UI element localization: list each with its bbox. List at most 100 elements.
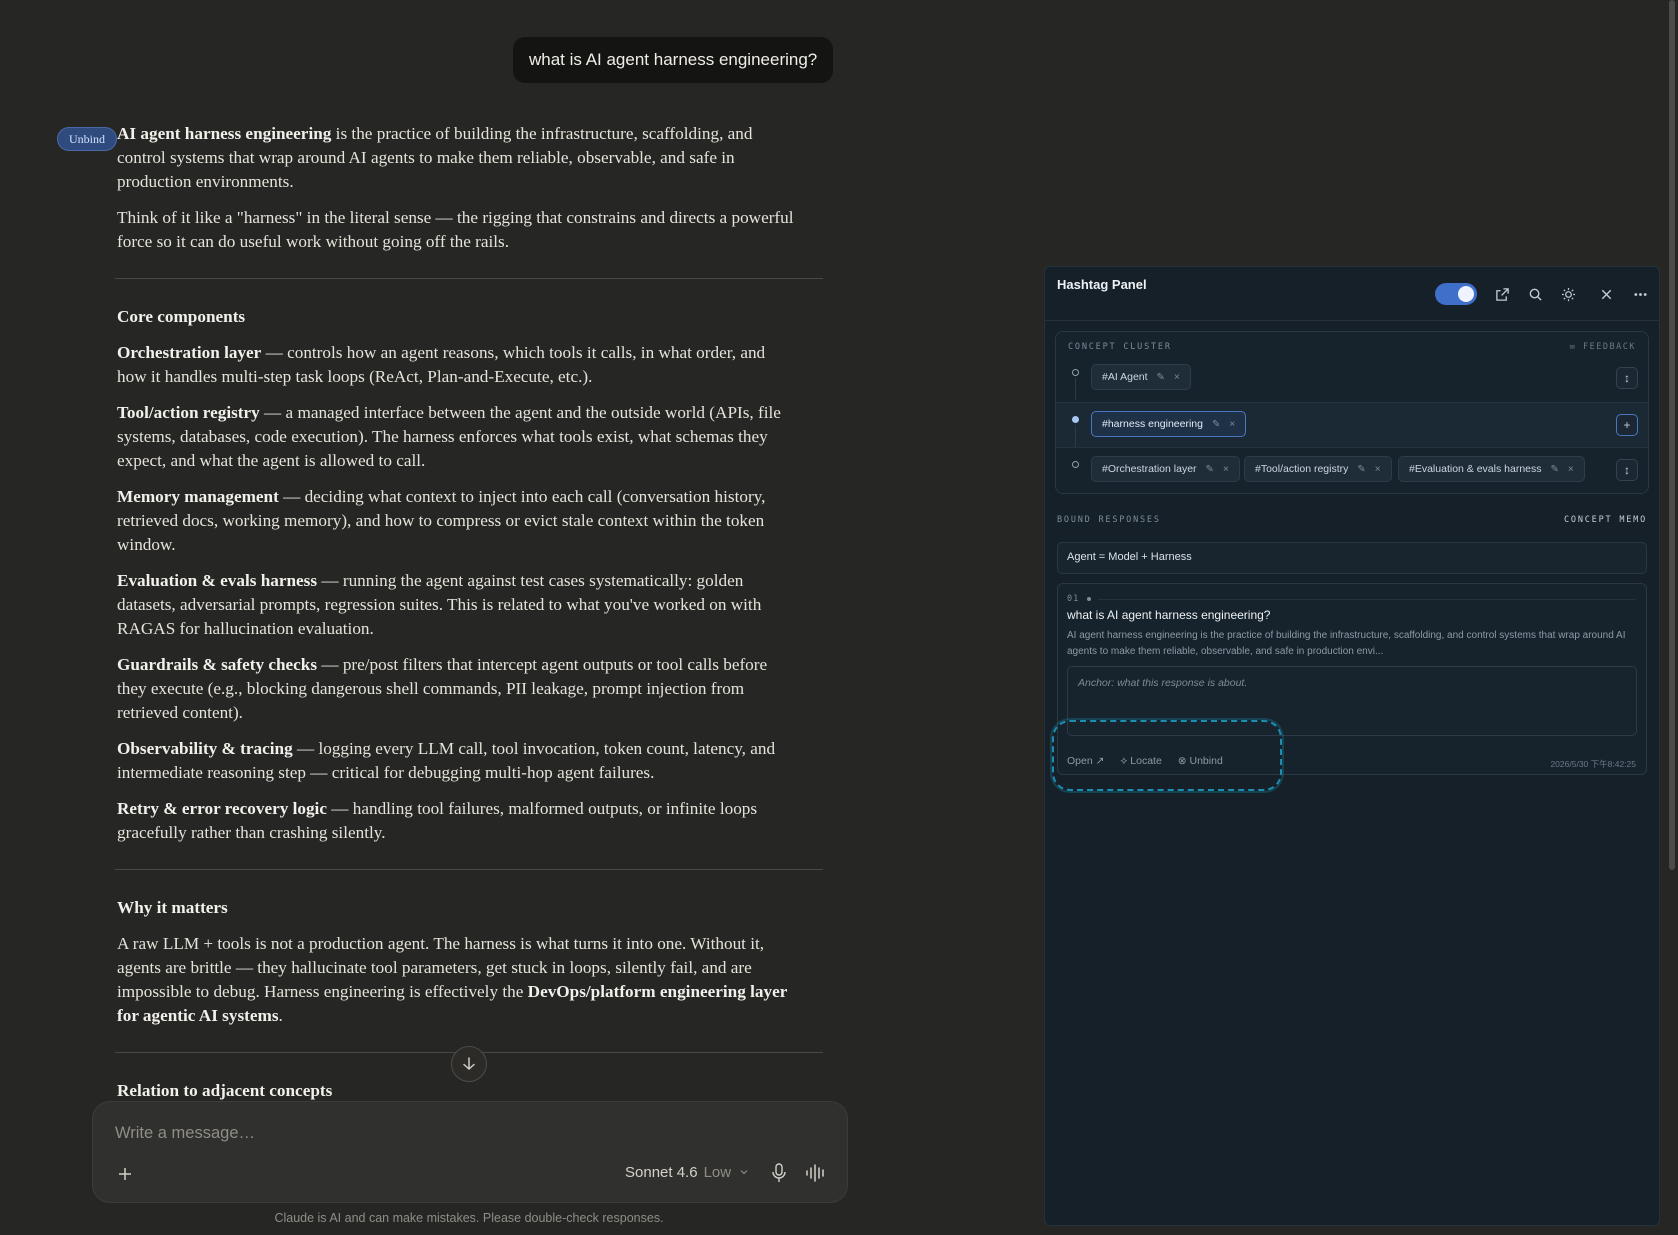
remove-icon[interactable]: × [1223, 464, 1229, 475]
hashtag-label: #Orchestration layer [1102, 463, 1197, 475]
feedback-button[interactable]: ✉ FEEDBACK [1570, 342, 1636, 352]
panel-toggle[interactable] [1435, 283, 1477, 305]
hashtag-chip[interactable]: #Evaluation & evals harness ✎ × [1398, 456, 1585, 482]
open-external-button[interactable] [1491, 283, 1513, 305]
reorder-button[interactable]: ↕ [1616, 367, 1638, 389]
cluster-label: CONCEPT CLUSTER [1068, 342, 1172, 352]
tree-line [1075, 378, 1076, 400]
hashtag-label: #AI Agent [1102, 371, 1148, 383]
more-horizontal-icon [1633, 292, 1647, 296]
bound-responses-label: BOUND RESPONSES [1057, 515, 1161, 525]
hashtag-chip-selected[interactable]: #harness engineering ✎ × [1091, 411, 1247, 437]
edit-icon[interactable]: ✎ [1551, 464, 1559, 475]
search-icon [1529, 288, 1542, 301]
voice-mode-button[interactable] [805, 1162, 827, 1184]
theme-button[interactable] [1557, 283, 1579, 305]
sun-icon [1561, 287, 1575, 301]
cluster-row: #AI Agent ✎ × ↕ [1056, 356, 1648, 402]
microphone-icon [772, 1163, 786, 1182]
edit-icon[interactable]: ✎ [1157, 372, 1165, 383]
remove-icon[interactable]: × [1568, 464, 1574, 475]
reorder-button[interactable]: ↕ [1616, 459, 1638, 481]
search-button[interactable] [1524, 283, 1546, 305]
component-item: Memory management — deciding what contex… [117, 485, 797, 557]
more-button[interactable] [1629, 283, 1651, 305]
microphone-button[interactable] [769, 1162, 789, 1184]
component-item: Retry & error recovery logic — handling … [117, 797, 797, 845]
waveform-icon [806, 1164, 824, 1182]
level-dot [1072, 416, 1079, 423]
remove-icon[interactable]: × [1375, 464, 1381, 475]
response-question: what is AI agent harness engineering? [1067, 608, 1271, 622]
response-dot [1087, 597, 1091, 601]
cluster-row-active: #harness engineering ✎ × + [1056, 402, 1648, 448]
message-input[interactable]: Write a message… [115, 1124, 255, 1143]
hashtag-label: #Evaluation & evals harness [1409, 463, 1542, 475]
add-attachment-button[interactable] [117, 1162, 133, 1188]
user-message-bubble: what is AI agent harness engineering? [513, 37, 834, 83]
model-name: Sonnet 4.6 [625, 1164, 698, 1181]
component-item: Guardrails & safety checks — pre/post fi… [117, 653, 797, 725]
chevron-down-icon [740, 1170, 748, 1175]
component-item: Observability & tracing — logging every … [117, 737, 797, 785]
cluster-row: #Orchestration layer ✎ × #Tool/action regi… [1056, 448, 1648, 494]
level-dot [1072, 369, 1079, 376]
header-divider [1045, 320, 1659, 321]
intro-paragraph: AI agent harness engineering is the prac… [117, 122, 797, 194]
page-scrollbar[interactable] [1669, 0, 1675, 870]
component-item: Tool/action registry — a managed interfa… [117, 401, 797, 473]
divider [115, 869, 823, 870]
disclaimer: Claude is AI and can make mistakes. Plea… [274, 1211, 664, 1225]
response-number: 01 [1067, 594, 1080, 604]
assistant-answer: AI agent harness engineering is the prac… [115, 122, 823, 1115]
component-item: Orchestration layer — controls how an ag… [117, 341, 797, 389]
hashtag-chip[interactable]: #AI Agent ✎ × [1091, 364, 1191, 390]
hashtag-label: #Tool/action registry [1255, 463, 1349, 475]
remove-icon[interactable]: × [1229, 419, 1235, 430]
remove-icon[interactable]: × [1174, 372, 1180, 383]
section-title-relation: Relation to adjacent concepts [117, 1081, 333, 1100]
concept-memo-field[interactable]: Agent = Model + Harness [1057, 542, 1647, 574]
model-effort: Low [703, 1164, 732, 1181]
response-excerpt: AI agent harness engineering is the prac… [1067, 630, 1626, 657]
component-term: Orchestration layer [117, 343, 262, 362]
hashtag-chip[interactable]: #Orchestration layer ✎ × [1091, 456, 1240, 482]
close-button[interactable] [1595, 283, 1617, 305]
model-selector[interactable]: Sonnet 4.6 Low [625, 1164, 749, 1181]
add-hashtag-button[interactable]: + [1616, 414, 1638, 436]
section-title-core: Core components [117, 307, 246, 326]
hashtag-label: #harness engineering [1102, 418, 1203, 430]
edit-icon[interactable]: ✎ [1206, 464, 1214, 475]
feedback-label: FEEDBACK [1583, 342, 1636, 352]
close-icon [1601, 289, 1611, 299]
component-term: Retry & error recovery logic [117, 799, 327, 818]
concept-memo-label: CONCEPT MEMO [1563, 515, 1647, 525]
response-timestamp: 2026/5/30 下午8:42:25 [1550, 759, 1636, 769]
component-item: Evaluation & evals harness — running the… [117, 569, 797, 641]
section-title-why: Why it matters [117, 898, 228, 917]
edit-icon[interactable]: ✎ [1212, 419, 1220, 430]
concept-cluster: CONCEPT CLUSTER ✉ FEEDBACK #AI Agent ✎ × ↕… [1055, 331, 1649, 494]
hashtag-chip[interactable]: #Tool/action registry ✎ × [1244, 456, 1392, 482]
component-term: Memory management [117, 487, 279, 506]
external-link-icon [1495, 287, 1509, 301]
component-term: Guardrails & safety checks [117, 655, 318, 674]
edit-icon[interactable]: ✎ [1357, 464, 1365, 475]
plus-icon [119, 1168, 131, 1180]
component-term: Observability & tracing [117, 739, 293, 758]
why-paragraph: A raw LLM + tools is not a production ag… [117, 932, 797, 1028]
arrow-down-icon [463, 1057, 475, 1071]
why-end: . [278, 1006, 283, 1025]
analogy-paragraph: Think of it like a "harness" in the lite… [117, 208, 794, 251]
level-dot [1072, 461, 1079, 468]
intro-term: AI agent harness engineering [117, 124, 332, 143]
response-divider [1098, 599, 1636, 600]
scroll-down-button[interactable] [451, 1046, 487, 1082]
message-composer: Write a message… Sonnet 4.6 Low [92, 1101, 848, 1203]
actions-highlight [1052, 720, 1282, 791]
panel-title: Hashtag Panel [1057, 277, 1147, 292]
tree-line [1075, 425, 1076, 447]
component-term: Evaluation & evals harness [117, 571, 318, 590]
unbind-chip[interactable]: Unbind [57, 127, 117, 151]
component-term: Tool/action registry [117, 403, 260, 422]
